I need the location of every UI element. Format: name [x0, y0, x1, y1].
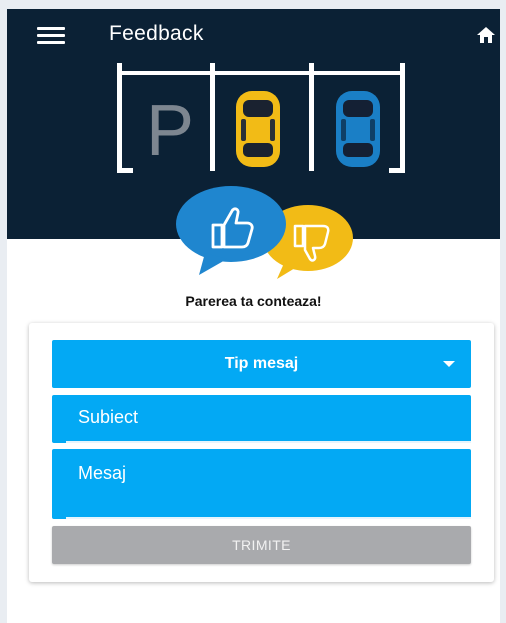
message-type-label: Tip mesaj [224, 355, 299, 372]
submit-button[interactable]: TRIMITE [52, 526, 471, 564]
app-bar: Feedback [7, 9, 500, 63]
page-title: Feedback [109, 22, 204, 45]
message-field-container [52, 449, 471, 519]
dropdown-arrow-icon [443, 361, 455, 367]
yellow-car-icon [236, 91, 280, 167]
device-frame-right [500, 0, 506, 623]
feedback-form-card: Tip mesaj TRIMITE [29, 323, 494, 582]
blue-car-icon [336, 91, 380, 167]
message-type-select[interactable]: Tip mesaj [52, 340, 471, 388]
tagline: Parerea ta conteaza! [185, 293, 322, 309]
menu-icon[interactable] [37, 26, 65, 46]
message-input[interactable] [52, 449, 471, 519]
device-frame-left [0, 0, 7, 623]
message-underline [66, 517, 471, 519]
app-screen: Feedback P Parerea ta conteaza! Tip mesa… [7, 9, 500, 623]
home-icon[interactable] [476, 25, 496, 45]
feedback-bubbles [176, 186, 353, 279]
subject-input[interactable] [52, 395, 471, 443]
subject-field-container [52, 395, 471, 443]
thumbs-up-icon [176, 186, 286, 275]
parking-letter: P [146, 91, 194, 171]
subject-underline [66, 441, 471, 443]
